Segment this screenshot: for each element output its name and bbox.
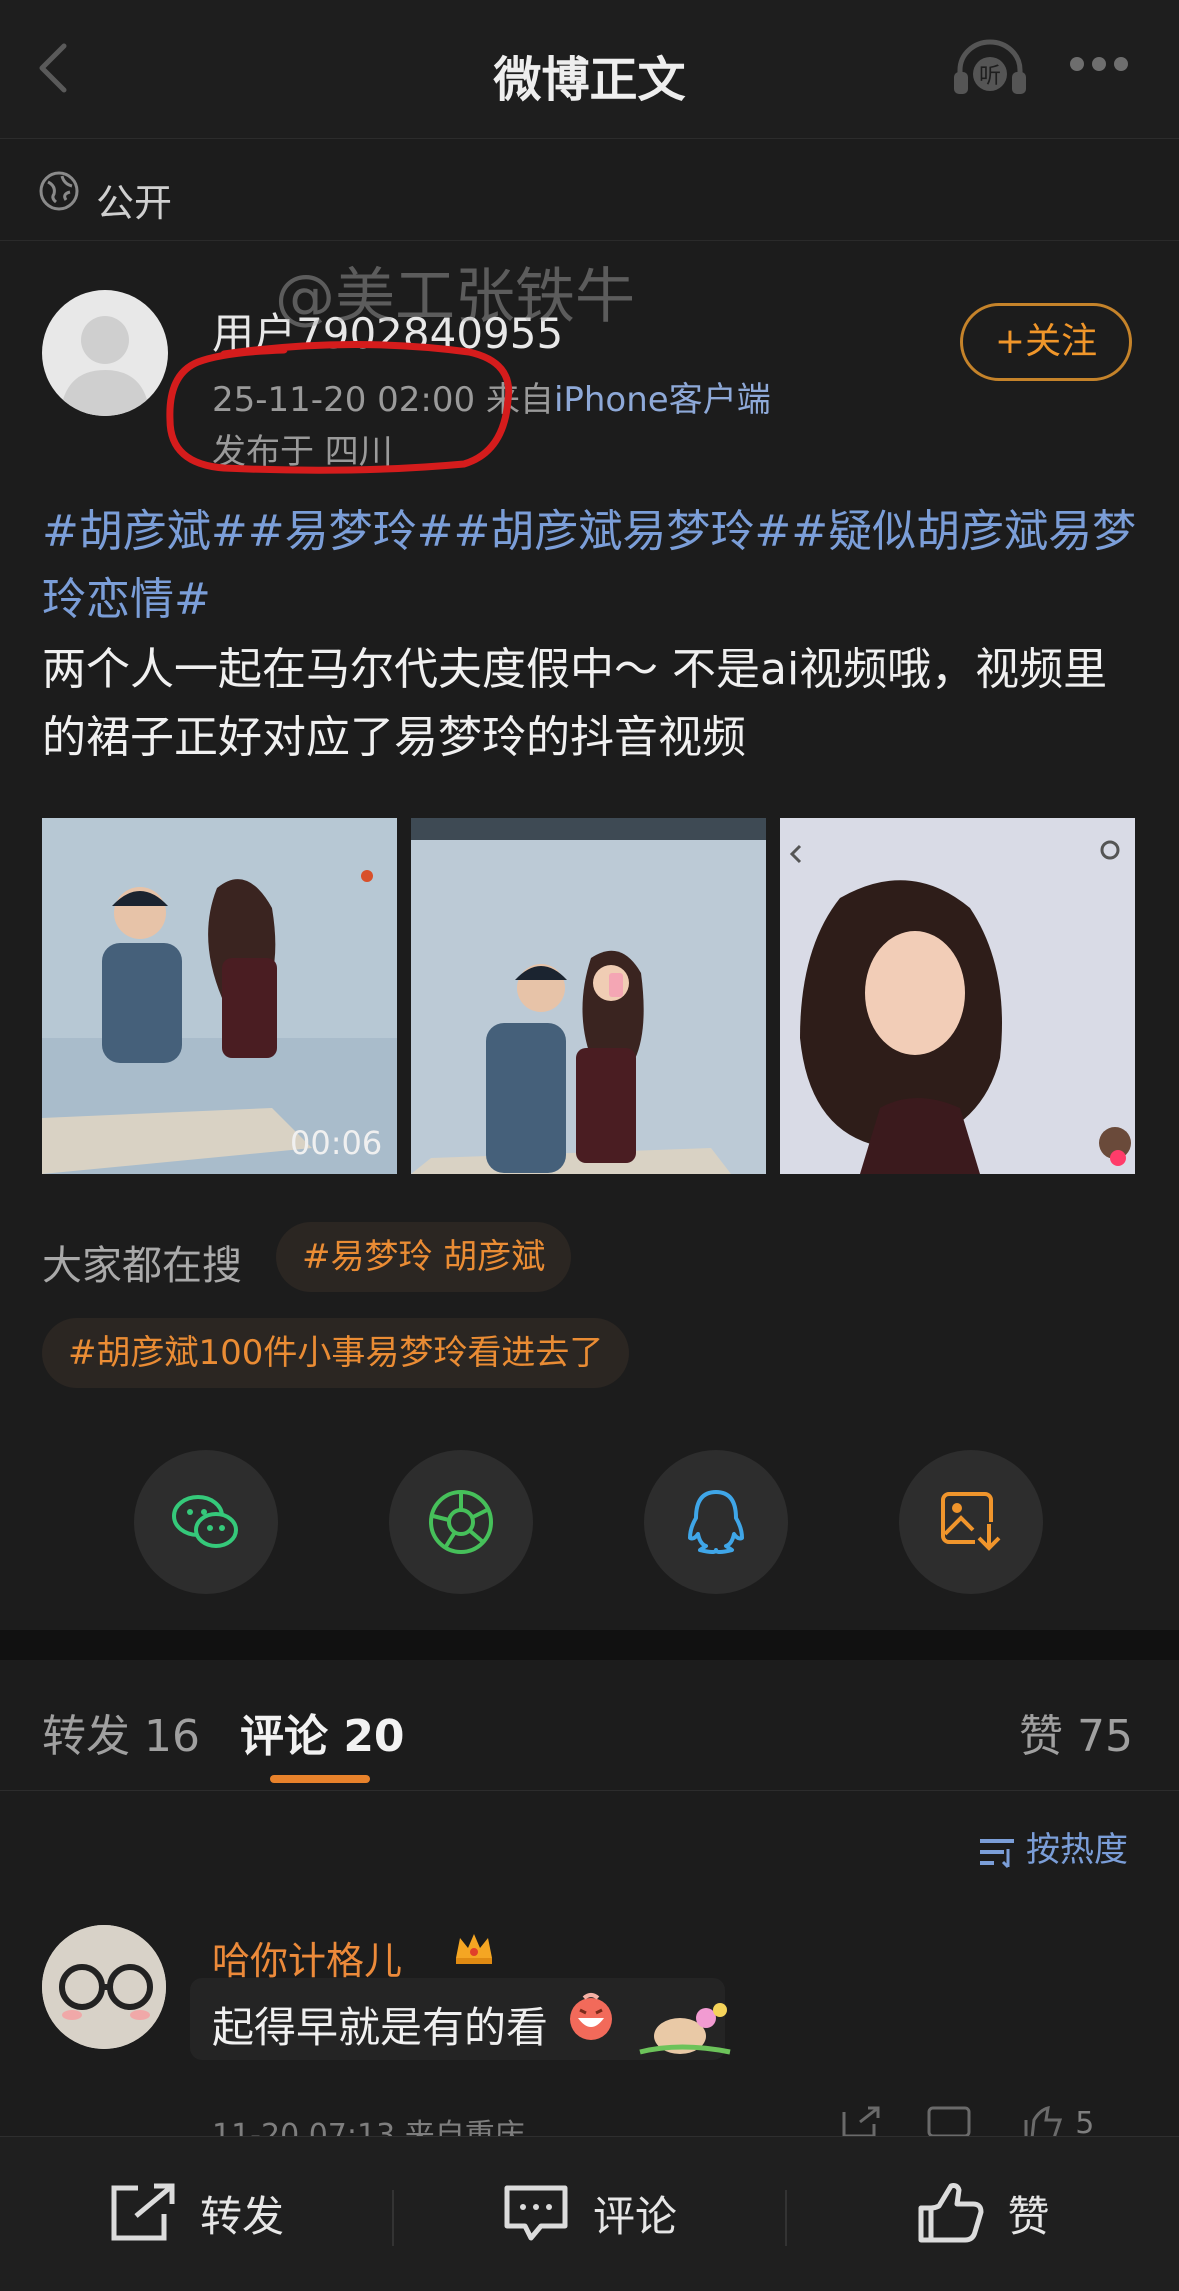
follow-button[interactable]: +关注	[960, 303, 1132, 381]
post-hashtags[interactable]: #胡彦斌##易梦玲##胡彦斌易梦玲##疑似胡彦斌易梦玲恋情#	[42, 498, 1142, 634]
save-image-icon	[941, 1492, 1003, 1554]
repost-label: 转发	[199, 2191, 284, 2241]
section-divider	[0, 1630, 1179, 1660]
moments-icon	[429, 1490, 493, 1554]
share-qq-button[interactable]	[644, 1450, 788, 1594]
headphones-icon: 听	[954, 39, 1026, 94]
post-image[interactable]	[780, 818, 1135, 1174]
more-options-button[interactable]	[1070, 56, 1140, 76]
post-image[interactable]	[411, 818, 766, 1174]
like-icon[interactable]	[1020, 2105, 1070, 2140]
like-label: 赞	[1007, 2191, 1050, 2241]
dot-icon	[1114, 57, 1128, 71]
dot-icon	[1070, 57, 1084, 71]
svg-text:听: 听	[979, 64, 1001, 89]
red-circle-annotation	[166, 341, 513, 474]
share-wechat-button[interactable]	[134, 1450, 278, 1594]
commenter-avatar[interactable]	[42, 1925, 166, 2049]
wechat-icon	[172, 1495, 238, 1548]
visibility-row	[0, 140, 1179, 241]
thumbs-up-icon	[918, 2183, 984, 2243]
search-chip[interactable]: #胡彦斌100件小事易梦玲看进去了	[42, 1318, 630, 1388]
tab-repost[interactable]: 转发 16	[42, 1700, 200, 1764]
sort-button[interactable]: 按热度	[978, 1822, 1128, 1871]
repost-icon	[111, 2183, 175, 2241]
commenter-name[interactable]: 哈你计格儿_	[212, 1930, 421, 1985]
post-text: 两个人一起在马尔代夫度假中～ 不是ai视频哦，视频里的裙子正好对应了易梦玲的抖音…	[42, 644, 1108, 763]
crown-badge-icon	[456, 1934, 492, 1964]
video-duration: 00:06	[290, 1124, 383, 1162]
tab-comment[interactable]: 评论 20	[240, 1700, 405, 1764]
tab-like[interactable]: 赞 75	[1019, 1700, 1133, 1764]
comment-icon[interactable]	[925, 2106, 985, 2140]
comment-icon	[504, 2185, 568, 2241]
visibility-label: 公开	[96, 181, 173, 225]
search-chip[interactable]: #易梦玲 胡彦斌	[276, 1222, 572, 1292]
sort-label: 按热度	[1026, 1830, 1128, 1870]
comment-text: 起得早就是有的看	[212, 2003, 549, 2052]
globe-icon	[38, 170, 80, 212]
default-avatar-icon	[60, 316, 150, 416]
comment-button[interactable]: 评论	[393, 2136, 785, 2290]
repost-button[interactable]: 转发	[0, 2136, 392, 2290]
comment-label: 评论	[592, 2191, 677, 2241]
sort-icon	[980, 1838, 1014, 1868]
save-image-button[interactable]	[899, 1450, 1043, 1594]
active-tab-indicator	[270, 1775, 370, 1783]
sticker-icon	[639, 2003, 731, 2055]
listen-button[interactable]: 听	[950, 38, 1030, 98]
post-video-thumbnail[interactable]	[42, 818, 397, 1174]
watermark: @美工张铁牛	[275, 262, 635, 332]
qq-icon	[688, 1490, 744, 1554]
post-source[interactable]: iPhone客户端	[554, 380, 771, 420]
like-button[interactable]: 赞	[786, 2136, 1179, 2290]
trending-search-label: 大家都在搜	[42, 1243, 242, 1289]
dot-icon	[1092, 57, 1106, 71]
repost-icon[interactable]	[840, 2106, 884, 2140]
share-moments-button[interactable]	[389, 1450, 533, 1594]
user-avatar[interactable]	[42, 290, 168, 416]
laughing-emoji-icon	[570, 1993, 612, 2040]
